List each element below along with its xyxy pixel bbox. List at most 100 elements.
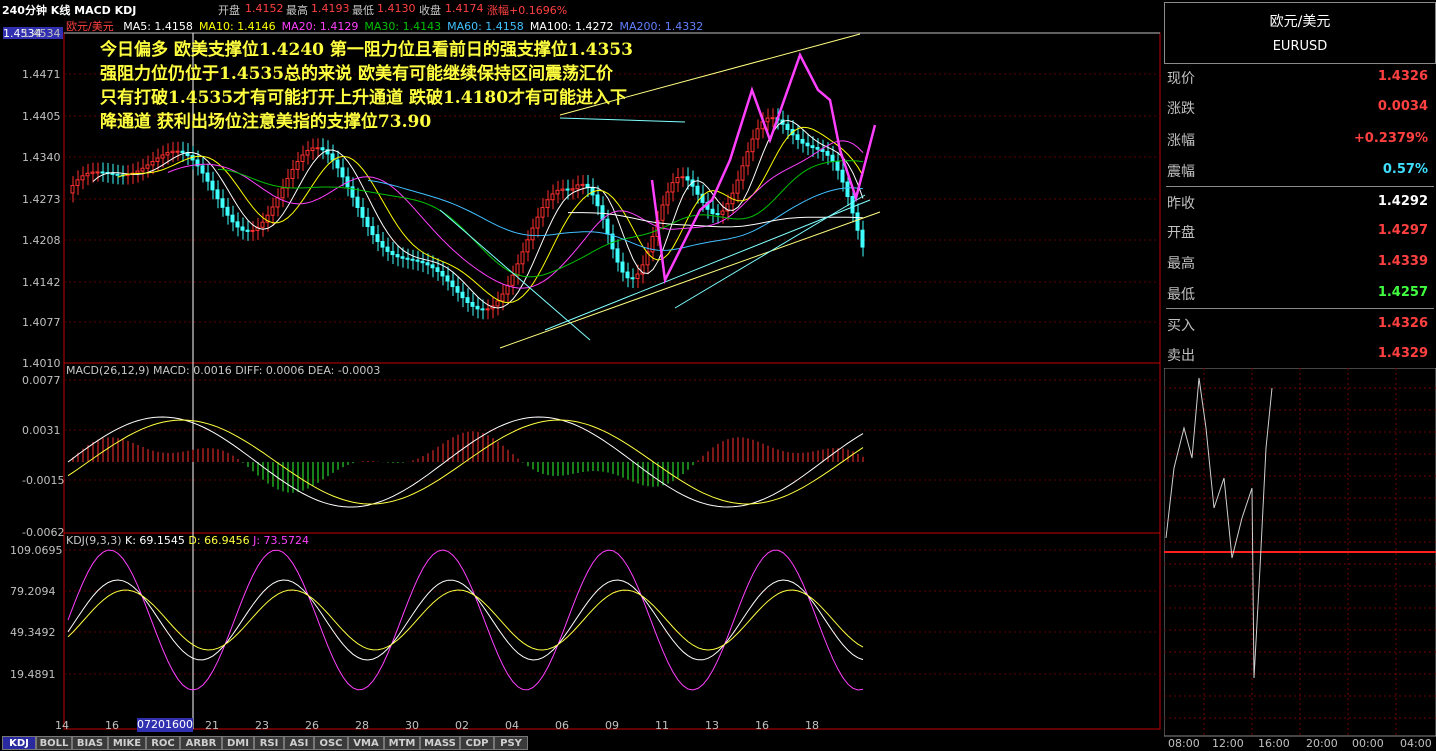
tab-kdj[interactable]: KDJ xyxy=(2,736,36,750)
x-tick-label: 13 xyxy=(705,719,719,732)
candle-body xyxy=(200,165,205,174)
chart-header: 240分钟 K线 MACD KDJ 开盘 1.4152 最高 1.4193 最低… xyxy=(0,0,1162,17)
price-tick-label: 1.4340 xyxy=(22,151,61,164)
x-tick-label: 21 xyxy=(205,719,219,732)
candle-body xyxy=(260,221,265,228)
candle-body xyxy=(395,254,400,258)
quote-row-5: 开盘 1.4297 xyxy=(1166,216,1434,246)
x-tick-label: 28 xyxy=(355,719,369,732)
candle-body xyxy=(850,195,855,214)
candle-body xyxy=(860,229,865,248)
candle-body xyxy=(145,164,150,169)
tab-arbr[interactable]: ARBR xyxy=(180,736,222,750)
candle-body xyxy=(605,218,610,235)
quote-label: 现价 xyxy=(1167,71,1195,87)
candle-body xyxy=(150,160,155,166)
candle-body xyxy=(665,191,670,206)
tab-boll[interactable]: BOLL xyxy=(36,736,72,750)
tab-psy[interactable]: PSY xyxy=(494,736,528,750)
ma-legend-item: MA200: 1.4332 xyxy=(619,20,704,33)
tab-asi[interactable]: ASI xyxy=(284,736,314,750)
candle-body xyxy=(625,271,630,279)
quote-label: 涨跌 xyxy=(1167,101,1195,117)
trend-line xyxy=(674,194,866,309)
candle-body xyxy=(70,185,75,194)
candle-body xyxy=(635,273,640,279)
kdj-j-line xyxy=(67,549,864,691)
quote-value: 1.4297 xyxy=(1377,223,1428,238)
x-tick-label: 09 xyxy=(605,719,619,732)
candle-body xyxy=(155,157,160,162)
ma-legend-item: MA30: 1.4143 xyxy=(364,20,442,33)
candle-body xyxy=(110,172,115,175)
tab-dmi[interactable]: DMI xyxy=(222,736,254,750)
tab-cdp[interactable]: CDP xyxy=(460,736,494,750)
quote-row-0: 现价 1.4326 xyxy=(1166,62,1434,92)
candle-body xyxy=(385,246,390,252)
candle-body xyxy=(805,142,810,147)
candle-body xyxy=(740,165,745,181)
quote-label: 昨收 xyxy=(1167,196,1195,212)
candlesticks xyxy=(70,108,865,320)
tab-rsi[interactable]: RSI xyxy=(254,736,284,750)
price-tick-label: 1.4534 xyxy=(22,27,61,40)
candle-body xyxy=(600,205,605,220)
candle-body xyxy=(845,181,850,197)
ma-legend-item: MA60: 1.4158 xyxy=(447,20,524,33)
quote-value: 1.4257 xyxy=(1377,285,1428,300)
candle-body xyxy=(175,150,180,153)
candle-body xyxy=(505,284,510,295)
tab-vma[interactable]: VMA xyxy=(348,736,384,750)
candle-body xyxy=(680,176,685,179)
candle-body xyxy=(320,147,325,151)
tab-osc[interactable]: OSC xyxy=(314,736,348,750)
candle-body xyxy=(305,149,310,156)
quote-row-4: 昨收 1.4292 xyxy=(1166,186,1434,217)
candle-body xyxy=(810,145,815,149)
candle-body xyxy=(430,264,435,269)
quote-value: +0.2379% xyxy=(1353,131,1428,146)
candle-body xyxy=(415,259,420,262)
mini-time-label: 20:00 xyxy=(1306,737,1338,750)
candle-body xyxy=(520,251,525,265)
tab-bias[interactable]: BIAS xyxy=(72,736,108,750)
candle-body xyxy=(165,152,170,156)
symbol-label: 欧元/美元 xyxy=(66,20,114,33)
candle-body xyxy=(355,196,360,208)
intraday-mini-chart[interactable] xyxy=(1164,368,1436,738)
ma-legend-item: MA100: 1.4272 xyxy=(529,20,614,33)
quote-value: 0.57% xyxy=(1382,162,1428,177)
candle-body xyxy=(170,150,175,154)
candle-body xyxy=(240,226,245,231)
candle-body xyxy=(285,177,290,189)
quote-panel: 欧元/美元 EURUSD 现价 1.4326 涨跌 0.0034 涨幅 +0.2379% 震… xyxy=(1164,0,1436,751)
candle-body xyxy=(840,169,845,183)
quote-value: 1.4329 xyxy=(1377,346,1428,361)
tab-mtm[interactable]: MTM xyxy=(384,736,420,750)
tab-roc[interactable]: ROC xyxy=(146,736,180,750)
candle-body xyxy=(75,179,80,187)
candle-body xyxy=(555,189,560,195)
tab-mike[interactable]: MIKE xyxy=(108,736,146,750)
candle-body xyxy=(675,177,680,184)
candle-body xyxy=(570,188,575,191)
candle-body xyxy=(405,257,410,260)
candle-body xyxy=(205,172,210,182)
tab-mass[interactable]: MASS xyxy=(420,736,460,750)
x-tick-label: 18 xyxy=(805,719,819,732)
candle-body xyxy=(370,226,375,236)
candle-body xyxy=(500,293,505,302)
quote-label: 买入 xyxy=(1167,318,1195,334)
candle-body xyxy=(715,213,720,216)
candle-body xyxy=(660,204,665,221)
candle-body xyxy=(300,154,305,162)
candle-body xyxy=(695,185,700,195)
macd-tick-label: -0.0015 xyxy=(22,474,65,487)
x-tick-label: 02 xyxy=(455,719,469,732)
kdj-tick-label: 19.4891 xyxy=(10,668,56,681)
quote-label: 涨幅 xyxy=(1167,133,1195,149)
candle-body xyxy=(565,188,570,191)
quote-row-7: 最低 1.4257 xyxy=(1166,278,1434,308)
candle-body xyxy=(315,147,320,150)
candle-body xyxy=(310,147,315,151)
